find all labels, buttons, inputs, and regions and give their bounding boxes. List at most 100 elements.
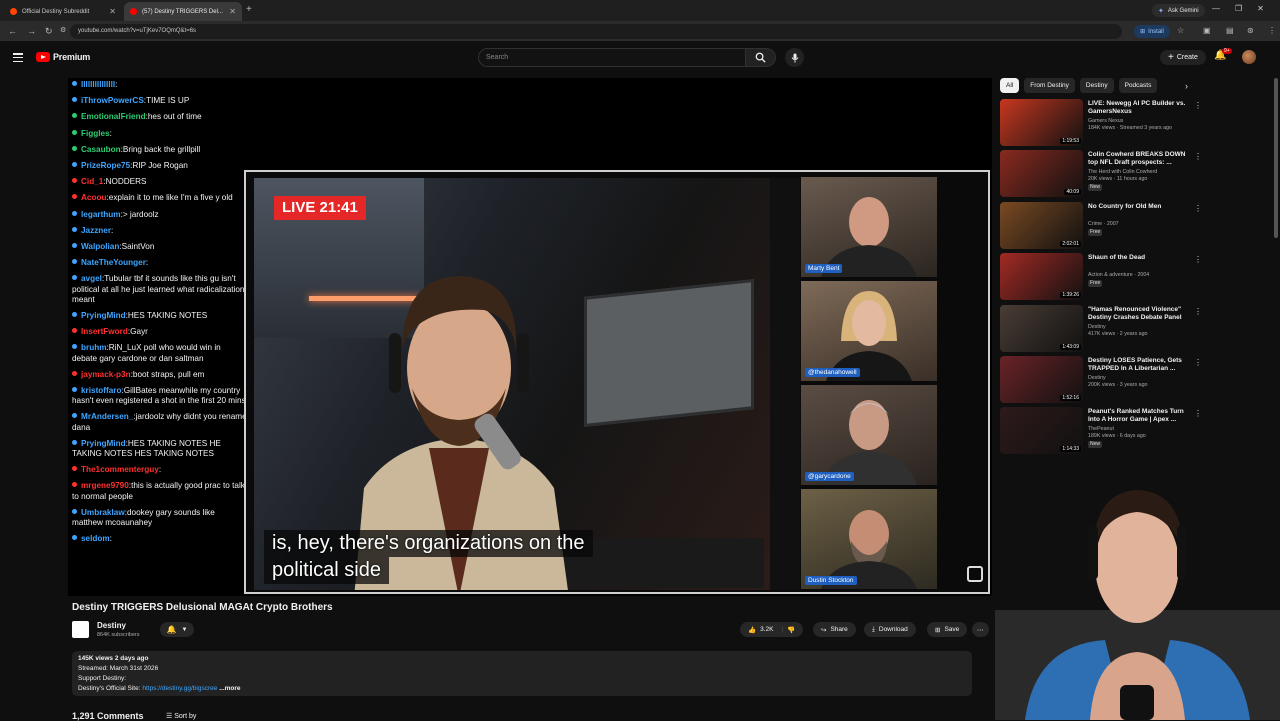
install-app-button[interactable]: ⊞ Install: [1134, 25, 1170, 38]
video-thumbnail[interactable]: 40:09: [1000, 150, 1083, 197]
chat-username[interactable]: The1commenterguy: [81, 465, 159, 474]
chat-username[interactable]: kristoffaro: [81, 386, 122, 395]
chat-username[interactable]: PrizeRope75: [81, 161, 130, 170]
ask-gemini-button[interactable]: ✦ Ask Gemini: [1152, 4, 1205, 17]
chat-username[interactable]: bruhm: [81, 343, 106, 352]
site-info-icon[interactable]: ⚙: [60, 26, 66, 34]
recommended-video[interactable]: 1:14:33 Peanut's Ranked Matches Turn Into…: [1000, 407, 1202, 455]
close-tab-icon[interactable]: ✕: [109, 7, 116, 16]
chip-destiny[interactable]: Destiny: [1079, 78, 1114, 93]
chat-username[interactable]: iThrowPowerCS: [81, 96, 144, 105]
chip-all[interactable]: All: [1000, 78, 1020, 93]
chevron-right-icon[interactable]: ›: [1185, 81, 1188, 91]
chat-username[interactable]: NateTheYounger: [81, 258, 146, 267]
more-options-icon[interactable]: ⋮: [1194, 307, 1202, 316]
recommended-title[interactable]: Colin Cowherd BREAKS DOWN top NFL Draft …: [1088, 151, 1188, 167]
url-bar[interactable]: youtube.com/watch?v=uTjKev7OQmQ&t=6s: [70, 24, 1122, 39]
recommended-video[interactable]: 1:39:26 Shaun of the Dead Action & adventu…: [1000, 253, 1202, 301]
recommended-title[interactable]: "Hamas Renounced Violence" Destiny Crash…: [1088, 306, 1188, 322]
chat-username[interactable]: PryingMind: [81, 311, 126, 320]
recommended-title[interactable]: Peanut's Ranked Matches Turn Into A Horr…: [1088, 408, 1188, 424]
recommended-channel[interactable]: The Herd with Colin Cowherd: [1088, 169, 1188, 176]
more-options-icon[interactable]: ⋮: [1194, 358, 1202, 367]
download-button[interactable]: ⤓ Download: [864, 622, 916, 637]
restore-icon[interactable]: ❐: [1235, 4, 1242, 13]
chat-username[interactable]: Jazzner: [81, 226, 111, 235]
recommended-video[interactable]: 2:02:01 No Country for Old Men Crime · 200…: [1000, 202, 1202, 250]
chat-username[interactable]: InsertFword: [81, 327, 128, 336]
save-button[interactable]: ⊞ Save: [927, 622, 968, 637]
extension-icon[interactable]: ▣: [1203, 26, 1211, 35]
profile-extension-icon[interactable]: ⊛: [1247, 26, 1254, 35]
recommended-channel[interactable]: Destiny: [1088, 375, 1188, 382]
chip-from-destiny[interactable]: From Destiny: [1024, 78, 1075, 93]
user-avatar[interactable]: [1242, 50, 1256, 64]
recommended-video[interactable]: 1:19:53 LIVE: Newegg AI PC Builder vs. Ga…: [1000, 99, 1202, 147]
chat-username[interactable]: avgel: [81, 274, 102, 283]
youtube-logo[interactable]: Premium: [36, 52, 90, 62]
tab-subreddit[interactable]: Official Destiny Subreddit ✕: [4, 2, 122, 21]
recommended-title[interactable]: LIVE: Newegg AI PC Builder vs. GamersNex…: [1088, 100, 1188, 116]
search-button[interactable]: [746, 48, 776, 67]
new-tab-button[interactable]: +: [246, 4, 252, 15]
thumbs-down-icon[interactable]: 👎: [787, 626, 795, 634]
video-thumbnail[interactable]: 1:19:53: [1000, 99, 1083, 146]
video-thumbnail[interactable]: 1:39:26: [1000, 253, 1083, 300]
chat-username[interactable]: MrAndersen_: [81, 412, 133, 421]
back-icon[interactable]: ←: [8, 26, 17, 36]
chat-username[interactable]: PryingMind: [81, 439, 126, 448]
chat-username[interactable]: mrgene9790: [81, 481, 129, 490]
chat-username[interactable]: EmotionalFriend: [81, 112, 146, 121]
chat-username[interactable]: seldom: [81, 534, 110, 543]
subscribe-bell-button[interactable]: 🔔 ▼: [160, 622, 194, 637]
sort-comments-button[interactable]: ☰ Sort by: [166, 712, 196, 720]
forward-icon[interactable]: →: [27, 26, 36, 36]
chat-username[interactable]: Figgles: [81, 129, 110, 138]
more-actions-button[interactable]: ⋯: [972, 622, 989, 637]
chip-podcasts[interactable]: Podcasts: [1118, 78, 1158, 93]
more-options-icon[interactable]: ⋮: [1194, 101, 1202, 110]
recommended-video[interactable]: 1:43:09 "Hamas Renounced Violence" Destin…: [1000, 305, 1202, 353]
channel-name[interactable]: Destiny: [97, 621, 126, 630]
video-description[interactable]: 145K views 2 days ago Streamed: March 31…: [72, 651, 972, 696]
chat-username[interactable]: Walpolian: [81, 242, 119, 251]
chat-username[interactable]: Umbraklaw: [81, 508, 125, 517]
create-button[interactable]: + Create: [1160, 50, 1206, 65]
video-thumbnail[interactable]: 1:52:16: [1000, 356, 1083, 403]
sidepanel-icon[interactable]: ▤: [1226, 26, 1234, 35]
more-options-icon[interactable]: ⋮: [1194, 152, 1202, 161]
bookmark-star-icon[interactable]: ☆: [1177, 26, 1184, 35]
recommended-channel[interactable]: Gamers Nexus: [1088, 118, 1188, 125]
channel-avatar[interactable]: [72, 621, 89, 638]
show-more-link[interactable]: ...more: [219, 685, 240, 692]
recommended-title[interactable]: Shaun of the Dead: [1088, 254, 1188, 262]
search-input[interactable]: Search: [478, 48, 746, 67]
page-scrollbar[interactable]: [1274, 78, 1278, 238]
chat-username[interactable]: jaymack-p3n: [81, 370, 131, 379]
chat-username[interactable]: lllllllllllllll: [81, 80, 115, 89]
reload-icon[interactable]: ↻: [45, 26, 53, 37]
close-tab-icon[interactable]: ✕: [229, 7, 236, 16]
video-thumbnail[interactable]: 2:02:01: [1000, 202, 1083, 249]
official-site-link[interactable]: https://destiny.gg/bigscree: [142, 685, 217, 692]
recommended-title[interactable]: Destiny LOSES Patience, Gets TRAPPED In …: [1088, 357, 1188, 373]
recommended-channel[interactable]: ThePeanut: [1088, 426, 1188, 433]
voice-search-button[interactable]: [785, 48, 804, 67]
more-options-icon[interactable]: ⋮: [1194, 255, 1202, 264]
recommended-channel[interactable]: Destiny: [1088, 324, 1188, 331]
recommended-channel[interactable]: Crime · 2007: [1088, 221, 1188, 228]
chat-username[interactable]: Cid_1: [81, 177, 103, 186]
like-button[interactable]: 👍 3.2K | 👎: [740, 622, 804, 637]
recommended-video[interactable]: 1:52:16 Destiny LOSES Patience, Gets TRAP…: [1000, 356, 1202, 404]
more-options-icon[interactable]: ⋮: [1194, 204, 1202, 213]
video-thumbnail[interactable]: 1:14:33: [1000, 407, 1083, 454]
chat-username[interactable]: Acoou: [81, 193, 106, 202]
more-options-icon[interactable]: ⋮: [1194, 409, 1202, 418]
close-window-icon[interactable]: ✕: [1257, 4, 1264, 13]
video-thumbnail[interactable]: 1:43:09: [1000, 305, 1083, 352]
share-button[interactable]: ↪ Share: [813, 622, 856, 637]
tab-youtube-video[interactable]: (57) Destiny TRIGGERS Del... ✕: [124, 2, 242, 21]
recommended-video[interactable]: 40:09 Colin Cowherd BREAKS DOWN top NFL D…: [1000, 150, 1202, 198]
minimize-icon[interactable]: —: [1212, 4, 1220, 13]
menu-icon[interactable]: [13, 53, 23, 62]
